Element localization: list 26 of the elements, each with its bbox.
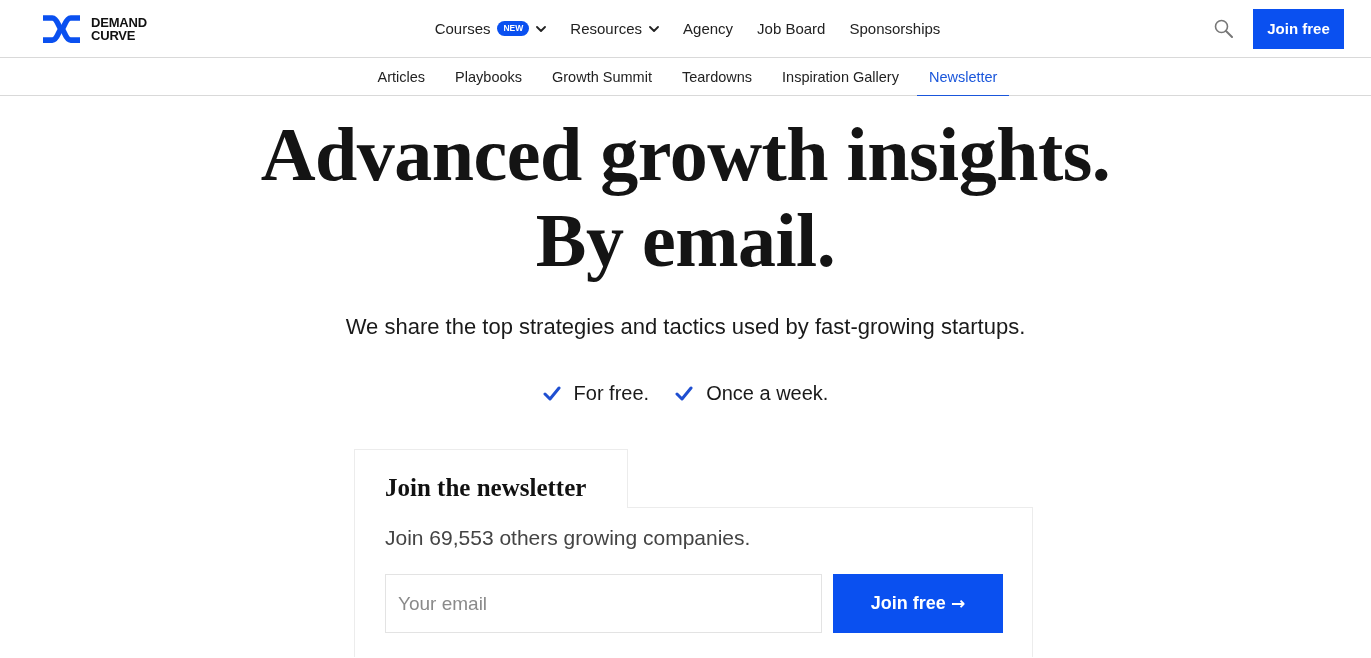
subnav-tab[interactable]: Teardowns — [669, 58, 765, 96]
new-badge: NEW — [497, 21, 530, 36]
nav-link[interactable]: Job Board — [757, 20, 826, 37]
subnav-tab[interactable]: Articles — [365, 58, 438, 96]
checkmark-icon — [675, 385, 694, 401]
subnav-tab[interactable]: Playbooks — [443, 58, 534, 96]
email-field[interactable]: Your email — [385, 574, 822, 633]
perk-text: Once a week. — [706, 381, 829, 406]
nav-link[interactable]: Agency — [683, 20, 734, 37]
logo-text[interactable]: DEMAND CURVE — [91, 15, 147, 42]
logo-icon[interactable] — [43, 12, 80, 45]
card-description: Join 69,553 others growing companies. — [385, 525, 752, 551]
search-icon[interactable] — [1214, 19, 1233, 38]
subnav-tab[interactable]: Newsletter — [916, 58, 1010, 96]
headline: Advanced growth insights. By email. — [260, 111, 1111, 283]
join-free-button[interactable]: Join free — [1253, 8, 1344, 49]
nav-link[interactable]: Sponsorships — [849, 20, 941, 37]
join-free-button[interactable]: Join free → — [833, 574, 1003, 633]
subnav-tab[interactable]: Inspiration Gallery — [770, 58, 911, 96]
subnav-tab[interactable]: Growth Summit — [540, 58, 664, 96]
nav-link[interactable]: Resources — [570, 20, 660, 37]
perk-text: For free. — [573, 381, 650, 406]
card-title: Join the newsletter — [385, 473, 588, 503]
nav-link[interactable]: Courses NEW — [434, 20, 547, 37]
subtitle: We share the top strategies and tactics used by fast-growing startups. — [345, 313, 1026, 341]
checkmark-icon — [542, 385, 561, 401]
